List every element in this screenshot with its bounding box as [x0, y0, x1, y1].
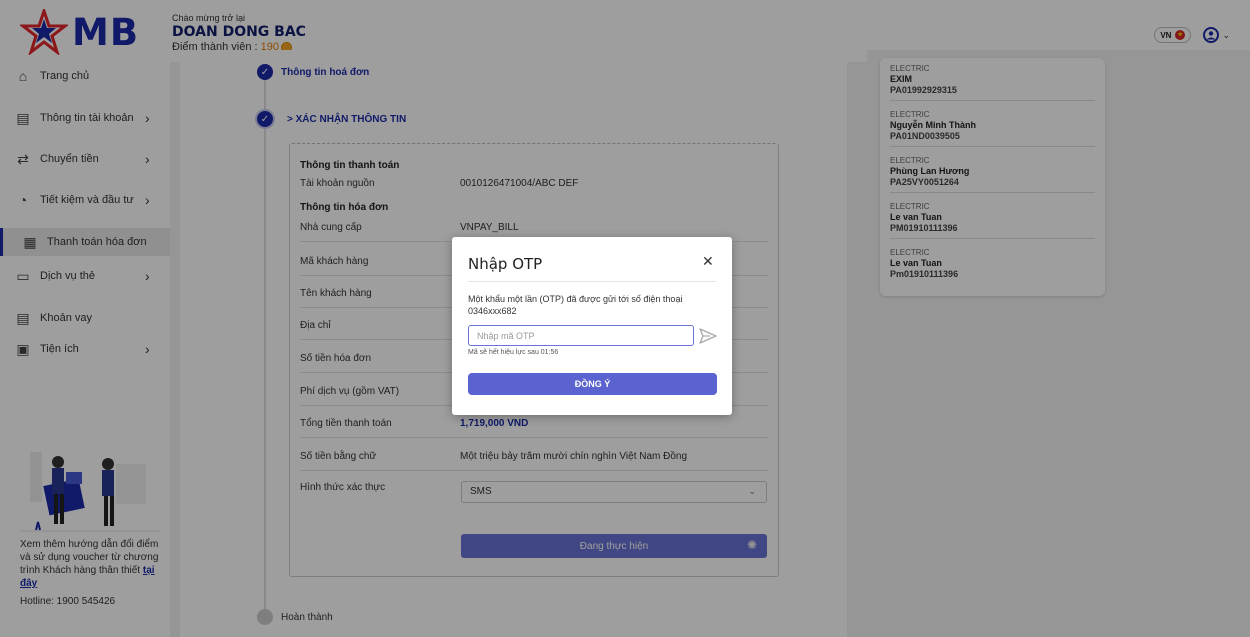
otp-message: Một khẩu một lần (OTP) đã được gửi tới s… — [468, 294, 683, 316]
otp-expiry-hint: Mã sẽ hết hiệu lực sau 01:56 — [468, 349, 559, 356]
send-icon[interactable] — [699, 327, 717, 345]
close-icon[interactable]: ✕ — [702, 253, 714, 270]
otp-modal: Nhập OTP ✕ Một khẩu một lần (OTP) đã đượ… — [452, 237, 732, 415]
modal-divider — [468, 281, 716, 282]
otp-input[interactable] — [468, 325, 694, 346]
modal-title: Nhập OTP — [468, 255, 543, 273]
confirm-button[interactable]: ĐỒNG Ý — [468, 373, 717, 395]
